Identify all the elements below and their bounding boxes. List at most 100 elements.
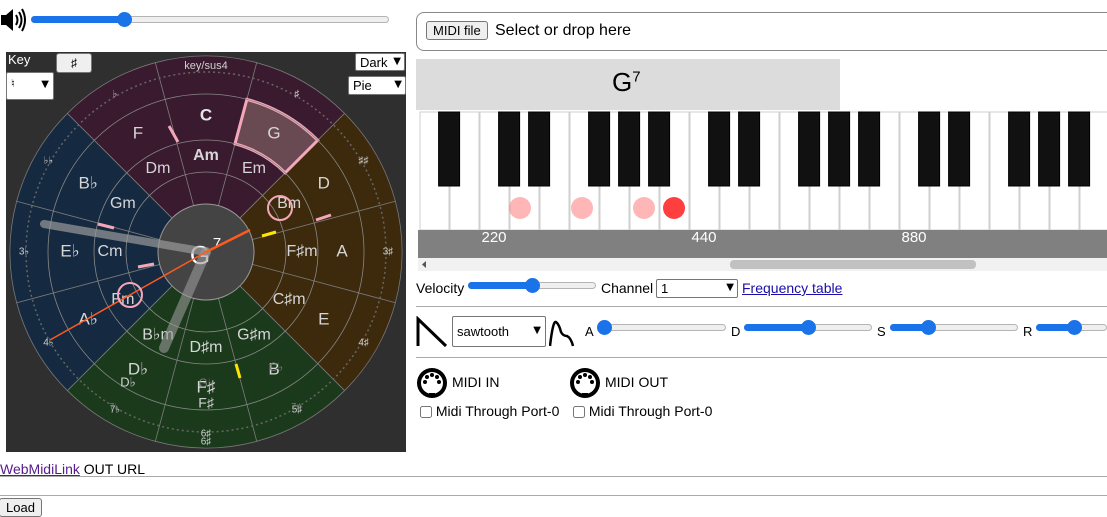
seven-flat-label: 7♭ [109,401,118,411]
style-select[interactable]: Pie ▼ [348,76,406,95]
midi-in-icon [416,367,448,399]
major-key-label: F [133,124,143,143]
d-flat-label: D♭ [120,374,136,389]
frequency-band [418,230,1107,258]
attack-slider[interactable] [597,319,726,335]
decay-slider[interactable] [744,319,872,335]
velocity-label: Velocity [416,280,465,296]
f-sharp-label: F♯ [198,395,215,411]
black-key[interactable] [798,111,821,187]
minor-key-label: Cm [98,243,123,260]
envelope-icon [548,316,581,348]
release-label: R [1023,324,1033,339]
sustain-label: S [877,324,886,339]
black-key[interactable] [1068,111,1091,187]
chevron-down-icon: ▼ [533,325,541,336]
waveform-select[interactable]: sawtooth ▼ [452,316,546,347]
chevron-down-icon: ▼ [393,56,401,67]
black-key[interactable] [1038,111,1061,187]
active-note-marker [633,197,655,219]
channel-select[interactable]: 1 ▼ [656,279,738,298]
minor-key-label: D♯m [190,339,223,356]
accidental-label: 3♭ [19,247,29,258]
black-key[interactable] [708,111,731,187]
accidental-label: ♭♭ [44,156,53,167]
black-key[interactable] [828,111,851,187]
minor-key-label: G♯m [237,326,271,343]
key-label: Key [8,52,31,67]
accidental-label: ♯♯ [359,156,369,167]
decay-label: D [731,324,741,339]
sharp-toggle-button[interactable]: ♯ [56,53,92,73]
center-chord-sup: 7 [213,235,221,252]
midi-file-drop-zone[interactable]: MIDI file Select or drop here [416,12,1107,51]
divider [416,306,1107,307]
divider [0,495,1107,496]
scrollbar-thumb[interactable] [730,260,976,269]
black-key[interactable] [1008,111,1031,187]
speaker-icon[interactable] [0,6,28,34]
seven-sharp-label: 7♯ [291,401,301,411]
sus4-label: key/sus4 [184,60,227,72]
volume-slider[interactable] [31,11,389,27]
webmidilink-row: WebMidiLink OUT URL [0,461,145,477]
velocity-slider[interactable] [468,277,596,293]
chevron-down-icon: ▼ [726,282,734,293]
sawtooth-wave-icon [416,315,448,348]
chevron-down-icon: ▼ [394,79,402,90]
major-key-label: G [267,124,280,143]
release-slider[interactable] [1036,319,1107,335]
black-key[interactable] [738,111,761,187]
frequency-label: 880 [901,229,926,246]
chord-display: G7 [416,59,840,110]
circle-of-fifths[interactable]: CGDAEBF♯D♭A♭E♭B♭FAmEmBmF♯mC♯mG♯mD♯mB♭mFm… [6,52,406,452]
major-key-label: D [318,173,330,192]
midi-in-through-checkbox[interactable]: Midi Through Port-0 [420,403,559,419]
c-flat-label: C♭ [269,360,283,374]
major-key-label: A [336,241,348,260]
minor-key-label: Em [242,160,266,177]
major-key-label: B♭ [79,173,98,192]
divider [416,357,1107,358]
drop-hint: Select or drop here [495,22,632,39]
key-select[interactable]: ♮ ▼ [6,72,54,100]
g-flat-label: G♭ [199,376,214,390]
piano-keyboard[interactable]: 220 440 880 [416,110,1107,272]
minor-key-label: Am [193,147,219,164]
black-key[interactable] [498,111,521,187]
major-key-label: C [200,105,212,124]
major-key-label: E♭ [60,241,79,260]
black-key[interactable] [588,111,611,187]
black-key[interactable] [918,111,941,187]
attack-label: A [585,324,594,339]
black-key[interactable] [438,111,461,187]
minor-key-label: Gm [110,195,136,212]
frequency-label: 220 [481,229,506,246]
webmidilink-link[interactable]: WebMidiLink [0,461,80,477]
checkbox[interactable] [420,406,432,419]
black-key[interactable] [648,111,671,187]
midi-out-label: MIDI OUT [605,374,668,390]
divider [0,476,1107,477]
accidental-label: ♯ [295,89,300,100]
chevron-down-icon: ▼ [41,79,49,90]
midi-file-button[interactable]: MIDI file [426,21,488,40]
sustain-slider[interactable] [890,319,1018,335]
black-key[interactable] [618,111,641,187]
frequency-label: 440 [691,229,716,246]
accidental-label: ♭ [113,89,118,100]
midi-out-icon [569,367,601,399]
black-key[interactable] [948,111,971,187]
black-key[interactable] [858,111,881,187]
load-button[interactable]: Load [0,498,42,517]
black-key[interactable] [528,111,551,187]
minor-key-label: C♯m [273,291,306,308]
minor-key-label: Bm [277,195,301,212]
frequency-table-link[interactable]: Frequency table [742,280,842,296]
minor-key-label: Dm [146,160,171,177]
midi-out-through-checkbox[interactable]: Midi Through Port-0 [573,403,712,419]
checkbox[interactable] [573,406,585,419]
major-key-label: E [318,309,329,328]
active-note-marker [571,197,593,219]
theme-select[interactable]: Dark ▼ [355,53,405,71]
